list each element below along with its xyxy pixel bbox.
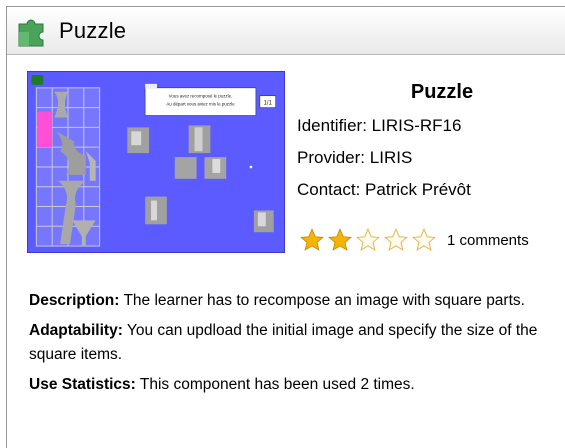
component-details: Description: The learner has to recompos… — [29, 289, 564, 403]
adaptability-label: Adaptability: — [29, 322, 123, 339]
star-icon-2[interactable] — [327, 227, 353, 253]
statistics-text: This component has been used 2 times. — [139, 376, 415, 393]
contact-row: Contact: Patrick Prévôt — [297, 180, 565, 200]
title-bar: Puzzle — [7, 7, 565, 55]
svg-text:Au départ vous aviez mis le pu: Au départ vous aviez mis le puzzle — [166, 102, 235, 107]
star-icon-3[interactable] — [355, 227, 381, 253]
window-title: Puzzle — [59, 17, 127, 43]
provider-value: LIRIS — [369, 148, 413, 167]
identifier-row: Identifier: LIRIS-RF16 — [297, 116, 565, 136]
svg-text:1/1: 1/1 — [264, 101, 272, 107]
provider-label: Provider: — [297, 148, 366, 167]
component-name: Puzzle — [410, 81, 474, 103]
star-icon-5[interactable] — [411, 227, 437, 253]
identifier-value: LIRIS-RF16 — [371, 116, 462, 135]
description-paragraph: Description: The learner has to recompos… — [29, 289, 564, 313]
contact-value: Patrick Prévôt — [365, 180, 471, 199]
component-thumbnail[interactable]: Vous avez recomposé le puzzle. Au départ… — [27, 71, 285, 253]
contact-label: Contact: — [297, 180, 361, 199]
rating-widget: 1 comments — [299, 227, 529, 253]
comments-link[interactable]: 1 comments — [447, 232, 529, 249]
thumbnail-logo-icon — [31, 74, 44, 85]
component-info: Puzzle Identifier: LIRIS-RF16 Provider: … — [297, 81, 565, 200]
svg-text:Vous avez recomposé le puzzle.: Vous avez recomposé le puzzle. — [169, 94, 233, 99]
component-panel: Puzzle Vous avez recomposé le puzzle. Au… — [6, 6, 565, 448]
provider-row: Provider: LIRIS — [297, 148, 565, 168]
description-text: The learner has to recompose an image wi… — [123, 292, 525, 309]
star-icon-4[interactable] — [383, 227, 409, 253]
star-icon-1[interactable] — [299, 227, 325, 253]
puzzle-piece-icon — [18, 19, 44, 46]
statistics-paragraph: Use Statistics: This component has been … — [29, 373, 564, 397]
statistics-label: Use Statistics: — [29, 376, 136, 393]
description-label: Description: — [29, 292, 120, 309]
adaptability-paragraph: Adaptability: You can updload the initia… — [29, 319, 564, 367]
identifier-label: Identifier: — [297, 116, 367, 135]
